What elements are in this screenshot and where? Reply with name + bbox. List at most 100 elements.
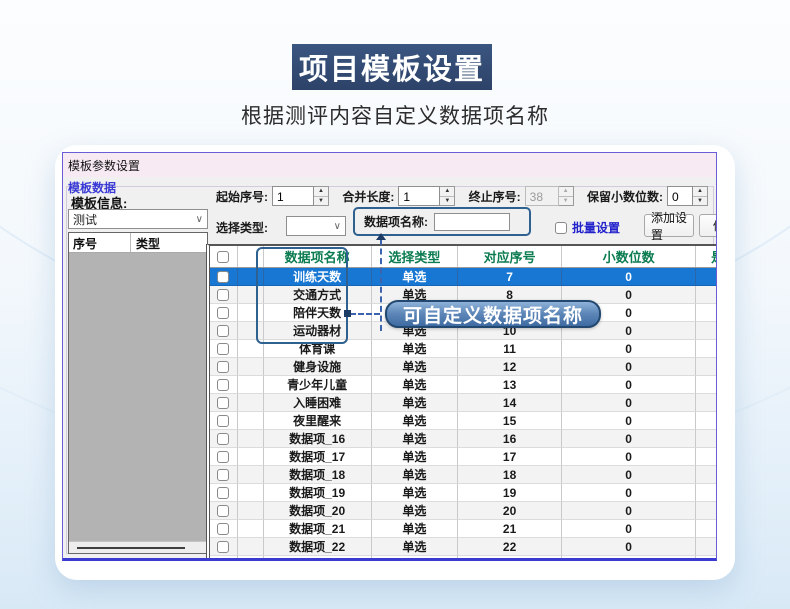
row-checkbox[interactable] [217,397,229,409]
row-gutter [238,412,264,430]
template-select[interactable]: 测试 ∨ [68,209,208,229]
page-title: 项目模板设置 [292,44,492,90]
row-checkbox[interactable] [217,433,229,445]
table-row[interactable]: 数据项_18 单选 18 0 [210,466,717,484]
cell-item-name: 数据项_23 [264,556,372,561]
row-gutter [238,286,264,304]
cell-decimal-places: 0 [562,520,696,538]
row-gutter [238,538,264,556]
cell-decimal-places: 0 [562,448,696,466]
cell-decimal-places: 0 [562,268,696,286]
custom-name-callout: 可自定义数据项名称 [385,300,601,328]
merge-length-input[interactable]: 1 [398,186,440,206]
decimal-places-input[interactable]: 0 [667,186,693,206]
table-row[interactable]: 数据项_19 单选 19 0 [210,484,717,502]
end-seq-input: 38 [525,186,559,206]
cell-decimal-places: 0 [562,502,696,520]
page-subtitle: 根据测评内容自定义数据项名称 [0,100,790,130]
row-checkbox[interactable] [217,505,229,517]
select-all-checkbox[interactable] [217,251,229,263]
horizontal-scrollbar[interactable] [69,541,207,553]
cell-item-name: 数据项_21 [264,520,372,538]
row-gutter [238,556,264,561]
table-row[interactable]: 数据项_22 单选 22 0 [210,538,717,556]
cell-select-type: 单选 [372,538,458,556]
table-header-row: 数据项名称 选择类型 对应序号 小数位数 是 [210,246,717,268]
table-row[interactable]: 数据项_16 单选 16 0 [210,430,717,448]
select-type-dropdown[interactable]: ∨ [286,216,346,236]
cell-item-name: 交通方式 [264,286,372,304]
row-checkbox[interactable] [217,487,229,499]
cell-item-name: 健身设施 [264,358,372,376]
row-checkbox[interactable] [217,307,229,319]
row-checkbox[interactable] [217,559,229,562]
row-gutter [238,520,264,538]
table-row[interactable]: 训练天数 单选 7 0 [210,268,717,286]
cell-corresponding-seq: 17 [458,448,562,466]
cell-item-name: 数据项_17 [264,448,372,466]
row-gutter [238,448,264,466]
start-seq-input[interactable]: 1 [272,186,314,206]
row-checkbox[interactable] [217,415,229,427]
cell-corresponding-seq: 19 [458,484,562,502]
add-setting-button[interactable]: 添加设置 [644,214,694,237]
row-checkbox[interactable] [217,343,229,355]
cell-corresponding-seq: 16 [458,430,562,448]
end-seq-stepper: ▲▼ [559,186,574,206]
row-checkbox[interactable] [217,469,229,481]
start-seq-stepper[interactable]: ▲▼ [314,186,329,206]
row-checkbox[interactable] [217,451,229,463]
row-gutter [238,268,264,286]
list-col-type[interactable]: 类型 [131,233,160,252]
row-checkbox[interactable] [217,379,229,391]
chevron-down-icon: ∨ [196,214,203,225]
modify-setting-button[interactable]: 修改 [699,214,717,237]
annotation-dot [344,310,351,317]
batch-setting-checkbox[interactable] [555,222,567,234]
table-row[interactable]: 体育课 单选 11 0 [210,340,717,358]
cell-corresponding-seq: 12 [458,358,562,376]
table-row[interactable]: 健身设施 单选 12 0 [210,358,717,376]
row-checkbox[interactable] [217,325,229,337]
header-decimal-places[interactable]: 小数位数 [562,246,696,267]
cell-select-type: 单选 [372,556,458,561]
header-item-name[interactable]: 数据项名称 [264,246,372,267]
cell-select-type: 单选 [372,520,458,538]
cell-decimal-places: 0 [562,484,696,502]
scrollbar-thumb[interactable] [77,547,185,549]
cell-corresponding-seq: 15 [458,412,562,430]
header-select-type[interactable]: 选择类型 [372,246,458,267]
table-row[interactable]: 青少年儿童 单选 13 0 [210,376,717,394]
decimal-places-stepper[interactable]: ▲▼ [693,186,708,206]
table-row[interactable]: 数据项_20 单选 20 0 [210,502,717,520]
table-row[interactable]: 入睡困难 单选 14 0 [210,394,717,412]
merge-length-stepper[interactable]: ▲▼ [440,186,455,206]
start-seq-label: 起始序号: [216,188,268,205]
table-row[interactable]: 夜里醒来 单选 15 0 [210,412,717,430]
cell-item-name: 数据项_22 [264,538,372,556]
cell-corresponding-seq: 18 [458,466,562,484]
template-select-value: 测试 [73,211,97,228]
header-corresponding-seq[interactable]: 对应序号 [458,246,562,267]
row-checkbox[interactable] [217,271,229,283]
list-col-seq[interactable]: 序号 [69,233,131,252]
cell-corresponding-seq: 22 [458,538,562,556]
row-checkbox[interactable] [217,541,229,553]
row-checkbox[interactable] [217,289,229,301]
cell-item-name: 体育课 [264,340,372,358]
cell-decimal-places: 0 [562,466,696,484]
select-type-label: 选择类型: [216,219,268,236]
cell-select-type: 单选 [372,466,458,484]
row-checkbox[interactable] [217,361,229,373]
table-row[interactable]: 数据项_23 单选 23 0 [210,556,717,561]
table-row[interactable]: 数据项_17 单选 17 0 [210,448,717,466]
row-gutter [238,322,264,340]
item-name-highlight-box: 数据项名称: [353,207,531,236]
table-row[interactable]: 数据项_21 单选 21 0 [210,520,717,538]
template-items-list[interactable]: 序号 类型 [68,232,208,554]
item-name-input[interactable] [434,213,510,231]
cell-select-type: 单选 [372,412,458,430]
row-gutter [238,502,264,520]
annotation-dashed-line-vertical [380,239,382,331]
row-checkbox[interactable] [217,523,229,535]
